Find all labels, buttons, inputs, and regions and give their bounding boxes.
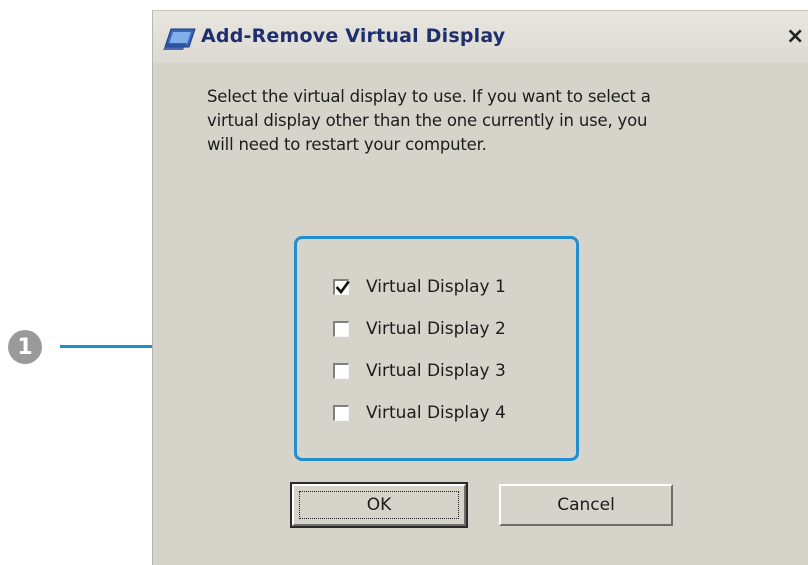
instruction-text: Select the virtual display to use. If yo… bbox=[207, 87, 651, 154]
virtual-display-2-option[interactable]: Virtual Display 2 bbox=[333, 317, 506, 341]
virtual-display-3-label: Virtual Display 3 bbox=[366, 361, 506, 381]
virtual-display-2-label: Virtual Display 2 bbox=[366, 319, 506, 339]
virtual-display-list: Virtual Display 1 Virtual Display 2 Virt… bbox=[294, 236, 579, 461]
virtual-display-4-checkbox[interactable] bbox=[333, 405, 349, 421]
checkmark-icon bbox=[335, 280, 350, 295]
callout-number-badge: 1 bbox=[8, 330, 42, 364]
dialog-title: Add-Remove Virtual Display bbox=[201, 25, 506, 47]
cancel-button[interactable]: Cancel bbox=[499, 484, 673, 526]
cancel-button-label: Cancel bbox=[557, 495, 615, 515]
ok-button[interactable]: OK bbox=[290, 482, 468, 528]
focus-rectangle bbox=[299, 491, 459, 519]
virtual-display-3-option[interactable]: Virtual Display 3 bbox=[333, 359, 506, 383]
virtual-display-1-label: Virtual Display 1 bbox=[366, 277, 506, 297]
virtual-display-1-checkbox[interactable] bbox=[333, 279, 350, 295]
virtual-display-1-option[interactable]: Virtual Display 1 bbox=[333, 275, 506, 299]
virtual-display-4-label: Virtual Display 4 bbox=[366, 403, 506, 423]
virtual-display-3-checkbox[interactable] bbox=[333, 363, 349, 379]
add-remove-virtual-display-dialog: Add-Remove Virtual Display × Select the … bbox=[152, 10, 808, 565]
title-bar[interactable]: Add-Remove Virtual Display × bbox=[153, 11, 808, 63]
close-button[interactable]: × bbox=[786, 23, 808, 51]
virtual-display-4-option[interactable]: Virtual Display 4 bbox=[333, 401, 506, 425]
virtual-display-2-checkbox[interactable] bbox=[333, 321, 349, 337]
virtual-display-icon bbox=[161, 25, 197, 51]
